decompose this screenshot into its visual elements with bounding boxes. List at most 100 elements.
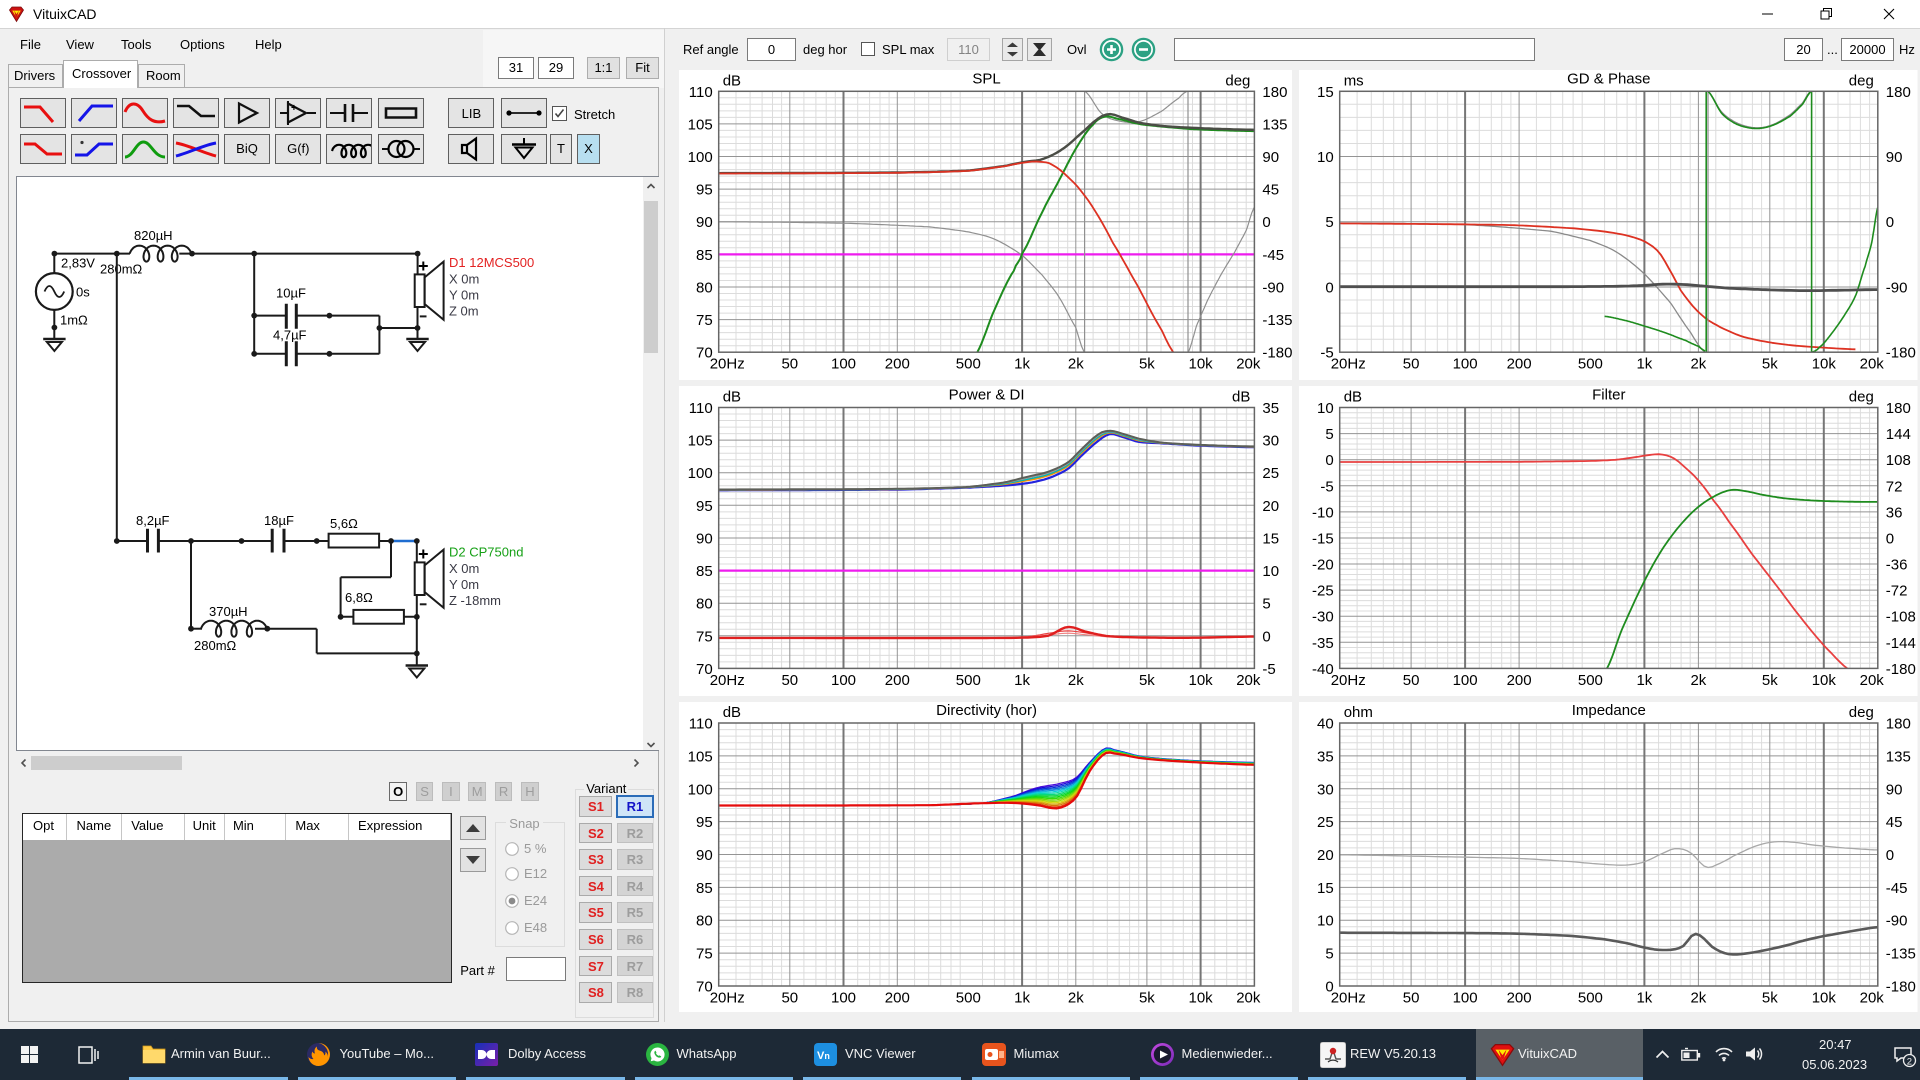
svg-text:45: 45: [1886, 814, 1903, 831]
svg-text:200: 200: [1507, 356, 1532, 373]
svg-text:deg: deg: [1849, 72, 1874, 89]
svg-text:-35: -35: [1312, 635, 1334, 652]
svg-text:10: 10: [1317, 400, 1334, 417]
svg-text:20Hz: 20Hz: [709, 989, 744, 1006]
svg-text:-90: -90: [1262, 280, 1284, 297]
svg-text:90: 90: [1886, 781, 1903, 798]
svg-text:50: 50: [1403, 356, 1420, 373]
svg-text:50: 50: [1403, 672, 1420, 689]
svg-text:500: 500: [955, 356, 980, 373]
svg-text:500: 500: [955, 989, 980, 1006]
svg-text:5k: 5k: [1138, 356, 1154, 373]
svg-text:20k: 20k: [1860, 356, 1885, 373]
svg-text:20Hz: 20Hz: [709, 356, 744, 373]
svg-text:90: 90: [696, 214, 713, 231]
svg-text:Y 0m: Y 0m: [449, 288, 479, 303]
svg-text:-108: -108: [1886, 609, 1916, 626]
svg-text:30: 30: [1317, 781, 1334, 798]
svg-text:30: 30: [1262, 433, 1279, 450]
svg-text:-135: -135: [1886, 945, 1916, 962]
svg-text:35: 35: [1262, 400, 1279, 417]
svg-text:dB: dB: [722, 389, 740, 406]
svg-text:2k: 2k: [1067, 989, 1083, 1006]
svg-text:0: 0: [1325, 280, 1333, 297]
svg-text:75: 75: [696, 312, 713, 329]
svg-text:Vn: Vn: [817, 1050, 830, 1062]
svg-text:500: 500: [1578, 672, 1603, 689]
svg-text:dB: dB: [722, 704, 740, 721]
svg-text:1mΩ: 1mΩ: [60, 313, 88, 328]
svg-text:18µF: 18µF: [264, 513, 294, 528]
svg-text:-90: -90: [1886, 912, 1908, 929]
svg-text:X 0m: X 0m: [449, 561, 479, 576]
svg-text:36: 36: [1886, 504, 1903, 521]
svg-text:1k: 1k: [1014, 356, 1030, 373]
svg-text:deg: deg: [1849, 704, 1874, 721]
svg-text:1k: 1k: [1636, 356, 1652, 373]
svg-text:105: 105: [687, 116, 712, 133]
svg-text:5k: 5k: [1762, 672, 1778, 689]
svg-text:1k: 1k: [1636, 672, 1652, 689]
svg-text:90: 90: [696, 847, 713, 864]
svg-text:deg: deg: [1225, 72, 1250, 89]
svg-text:50: 50: [781, 989, 798, 1006]
svg-text:-180: -180: [1262, 345, 1292, 362]
svg-text:2k: 2k: [1690, 672, 1706, 689]
svg-text:ohm: ohm: [1344, 704, 1373, 721]
svg-text:Power & DI: Power & DI: [948, 387, 1024, 404]
svg-text:-20: -20: [1312, 557, 1334, 574]
svg-text:Filter: Filter: [1592, 387, 1625, 404]
svg-text:5: 5: [1262, 596, 1270, 613]
svg-text:80: 80: [696, 912, 713, 929]
svg-text:20: 20: [1317, 847, 1334, 864]
svg-text:0: 0: [1325, 452, 1333, 469]
svg-text:50: 50: [781, 356, 798, 373]
svg-text:0: 0: [1262, 628, 1270, 645]
svg-text:500: 500: [955, 672, 980, 689]
svg-text:72: 72: [1886, 478, 1903, 495]
svg-text:95: 95: [696, 498, 713, 515]
svg-text:200: 200: [884, 989, 909, 1006]
svg-text:20k: 20k: [1236, 356, 1261, 373]
svg-text:75: 75: [696, 628, 713, 645]
svg-text:100: 100: [687, 149, 712, 166]
svg-text:GD & Phase: GD & Phase: [1567, 70, 1650, 87]
svg-text:-180: -180: [1886, 661, 1916, 678]
svg-text:180: 180: [1886, 84, 1911, 101]
svg-text:0: 0: [1262, 214, 1270, 231]
svg-text:135: 135: [1886, 748, 1911, 765]
svg-text:15: 15: [1317, 879, 1334, 896]
svg-text:10k: 10k: [1812, 356, 1837, 373]
svg-text:-180: -180: [1886, 345, 1916, 362]
svg-text:75: 75: [696, 945, 713, 962]
svg-text:200: 200: [884, 356, 909, 373]
svg-text:500: 500: [1578, 356, 1603, 373]
svg-text:20Hz: 20Hz: [1331, 672, 1366, 689]
svg-text:10k: 10k: [1812, 989, 1837, 1006]
svg-text:5k: 5k: [1138, 672, 1154, 689]
svg-text:50: 50: [781, 672, 798, 689]
svg-text:2,83V: 2,83V: [61, 256, 95, 271]
svg-text:20k: 20k: [1236, 989, 1261, 1006]
svg-text:Z -18mm: Z -18mm: [449, 593, 501, 608]
svg-text:dB: dB: [1344, 389, 1362, 406]
svg-text:90: 90: [696, 531, 713, 548]
svg-text:5k: 5k: [1762, 356, 1778, 373]
svg-text:105: 105: [687, 748, 712, 765]
svg-text:-90: -90: [1886, 280, 1908, 297]
svg-text:144: 144: [1886, 426, 1911, 443]
svg-text:100: 100: [830, 356, 855, 373]
svg-text:-5: -5: [1262, 661, 1275, 678]
svg-text:0: 0: [1886, 531, 1894, 548]
svg-text:-45: -45: [1262, 247, 1284, 264]
svg-text:20Hz: 20Hz: [1331, 989, 1366, 1006]
svg-text:105: 105: [687, 433, 712, 450]
svg-text:180: 180: [1262, 84, 1287, 101]
svg-text:45: 45: [1262, 182, 1279, 199]
svg-text:-10: -10: [1312, 504, 1334, 521]
svg-text:ms: ms: [1344, 72, 1364, 89]
svg-text:10µF: 10µF: [276, 286, 306, 301]
svg-text:110: 110: [688, 84, 712, 101]
svg-text:110: 110: [688, 400, 712, 417]
svg-text:dB: dB: [722, 72, 740, 89]
